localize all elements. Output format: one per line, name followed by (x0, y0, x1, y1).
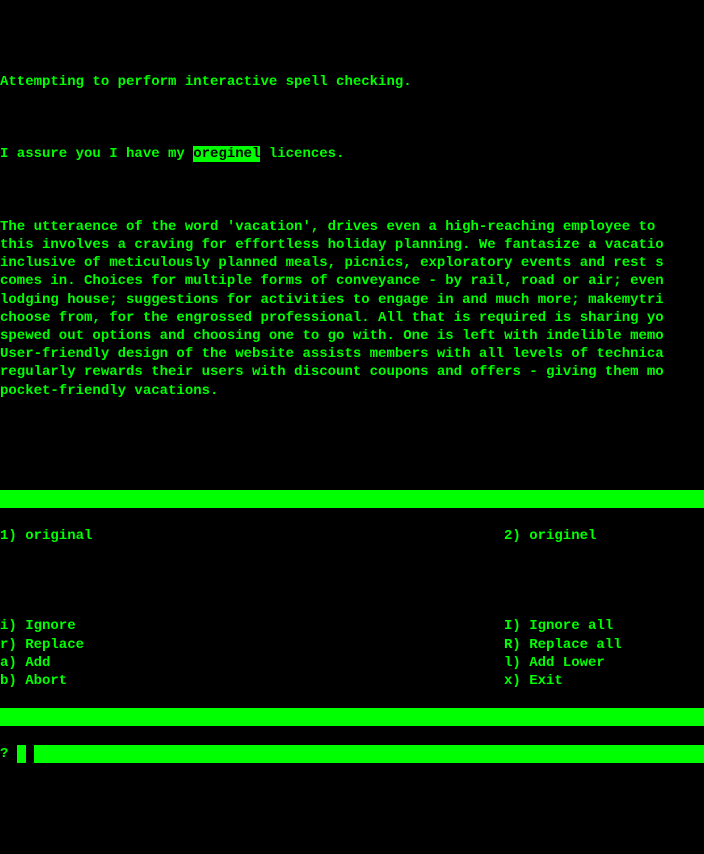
misspelled-word: oreginel (193, 146, 260, 162)
suggestion-1[interactable]: 1) original (0, 527, 504, 545)
prompt-fill (34, 745, 704, 763)
suggestion-2[interactable]: 2) originel (504, 527, 704, 545)
sentence-after: licences. (260, 146, 344, 162)
action-replace[interactable]: r) Replace (0, 636, 504, 654)
action-add-lower[interactable]: l) Add Lower (504, 654, 704, 672)
paragraph-text: The utteraence of the word 'vacation', d… (0, 218, 704, 400)
sentence-before: I assure you I have my (0, 146, 193, 162)
action-abort[interactable]: b) Abort (0, 672, 504, 690)
divider-bar (0, 708, 704, 726)
blank-line (0, 454, 704, 472)
prompt-line[interactable]: ? (0, 745, 704, 763)
action-ignore[interactable]: i) Ignore (0, 617, 504, 635)
action-ignore-all[interactable]: I) Ignore all (504, 617, 704, 635)
status-line: Attempting to perform interactive spell … (0, 73, 704, 91)
divider-bar (0, 490, 704, 508)
prompt-char: ? (0, 745, 17, 763)
prompt-gap (26, 745, 34, 763)
action-exit[interactable]: x) Exit (504, 672, 704, 690)
action-replace-all[interactable]: R) Replace all (504, 636, 704, 654)
cursor (17, 745, 26, 763)
blank-line (0, 418, 704, 436)
blank-line (0, 109, 704, 127)
action-add[interactable]: a) Add (0, 654, 504, 672)
context-sentence: I assure you I have my oreginel licences… (0, 145, 704, 163)
blank-line (0, 182, 704, 200)
